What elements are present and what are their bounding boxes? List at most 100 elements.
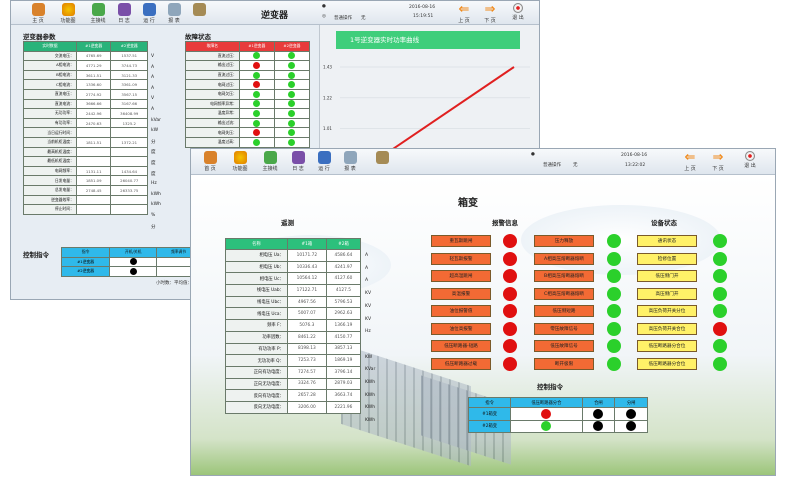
status-indicator — [288, 61, 296, 69]
inverter-toolbar: 主 页 功能图 主接线 日 志 运 行 报 表 逆变器 ● ◎ 普通操作 无 2… — [11, 1, 539, 25]
table-row: 线电压 Uab： 17122.71 4127.5 — [225, 284, 362, 297]
alarm-label: 超高温跳闸 — [431, 270, 491, 282]
function-diagram-button[interactable]: 功能图 — [55, 3, 81, 24]
operation-button[interactable]: 运 行 — [136, 3, 162, 24]
close-command-button[interactable] — [581, 407, 616, 421]
home-button[interactable]: 首 页 — [197, 151, 223, 172]
log-button[interactable]: 日 志 — [285, 151, 311, 172]
alarm-label: 断开极限 — [534, 357, 594, 370]
table-row: #2逆变器0 — [60, 266, 201, 277]
fault-label: 直流过压： — [185, 50, 240, 62]
telemetry-title: 遥测 — [281, 219, 294, 227]
settings-button[interactable] — [369, 151, 395, 165]
exit-button[interactable]: 退 出 — [737, 151, 763, 169]
unit-label: A — [365, 278, 369, 284]
inverter2-fault-cell — [273, 98, 311, 110]
inverter-control-table: 指令 开机/关机 频率调节 #1逆变器0#2逆变器0 — [60, 247, 201, 277]
unit-label: KWh — [365, 405, 376, 411]
on-off-toggle[interactable] — [109, 256, 158, 268]
alarm-label: 高温报警 — [431, 287, 491, 300]
main-wiring-button[interactable]: 主接线 — [85, 3, 111, 24]
settings-button[interactable] — [186, 3, 212, 17]
unit-label: V — [151, 96, 155, 102]
unit-label: KV — [365, 316, 372, 322]
measure-label: 反向有功电度： — [225, 389, 288, 402]
transformer-toolbar: 首 页 功能图 主接线 日 志 运 行 报 表 ● 普通操作 无 2016-08… — [191, 149, 775, 175]
status-indicator — [607, 321, 621, 336]
prev-page-button[interactable]: ⇐ 上 页 — [677, 151, 703, 172]
measure-label: 无功功率 Q： — [225, 354, 288, 367]
box1-value: 3206.00 — [286, 400, 327, 414]
alarm-label: 低压断路器-短路 — [431, 340, 491, 352]
inverter2-value — [110, 156, 148, 167]
unit-label: V — [151, 54, 155, 59]
measure-label: 线电压 Uca： — [225, 307, 288, 321]
inverter1-fault-cell — [238, 108, 275, 119]
table-row: 正向无功电度： 3324.76 2879.03 — [225, 377, 362, 391]
status-indicator — [253, 100, 261, 108]
table-row: B相电流： 3611.51 3121.33 — [23, 69, 148, 81]
home-button[interactable]: 主 页 — [25, 3, 51, 24]
report-button[interactable]: 报 表 — [161, 3, 187, 24]
arrow-left-icon: ⇐ — [458, 2, 470, 17]
param-label: 电网频率： — [23, 165, 77, 177]
status-label: 通讯状态 — [637, 235, 697, 247]
breaker-indicator — [541, 421, 552, 432]
next-page-button[interactable]: ⇒ 下 页 — [705, 151, 731, 172]
on-off-toggle[interactable] — [109, 266, 158, 277]
breaker-status-cell — [510, 419, 583, 433]
box1-value: 10171.72 — [286, 249, 327, 262]
status-indicator — [253, 61, 261, 69]
status-indicator — [253, 81, 261, 89]
status-indicator — [503, 321, 517, 336]
unit-label: kWh — [151, 191, 161, 197]
status-indicator — [503, 286, 517, 301]
control-label: #1逆变器 — [60, 256, 111, 268]
status-indicator — [503, 251, 517, 266]
next-page-button[interactable]: ⇒ 下 页 — [477, 3, 503, 24]
main-wiring-button[interactable]: 主接线 — [257, 151, 283, 172]
table-row: 停止时间： — [23, 204, 148, 215]
measure-label: 频率 F： — [225, 319, 288, 332]
operation-button[interactable]: 运 行 — [311, 151, 337, 172]
box2-value: 3857.13 — [325, 342, 362, 356]
clock-icon: ◎ — [322, 14, 326, 19]
inverter2-fault-cell — [273, 117, 311, 129]
alarm-label: 重瓦斯跳闸 — [431, 235, 491, 247]
inverter1-value — [75, 156, 112, 167]
log-button[interactable]: 日 志 — [111, 3, 137, 24]
table-row: 电网频率： 1131.11 1434.64 — [23, 165, 148, 177]
open-command-button[interactable] — [614, 419, 648, 433]
main-wiring-icon — [91, 3, 105, 16]
inverter1-value: 3611.51 — [75, 69, 112, 81]
inverter2-value — [110, 127, 148, 138]
inverter1-value: 1811.51 — [75, 136, 112, 148]
inverter2-value — [110, 146, 148, 158]
param-label: B相电流： — [23, 69, 77, 81]
close-command-button[interactable] — [581, 419, 616, 433]
table-row: 直流电压： 2774.92 3567.15 — [23, 88, 148, 100]
unit-label: kVar — [151, 117, 161, 123]
col-header: #1逆变器 — [238, 41, 275, 52]
report-button[interactable]: 报 表 — [337, 151, 363, 172]
table-row: 交流电压： 4765.69 1537.51 — [23, 50, 148, 62]
exit-button[interactable]: 退 出 — [505, 3, 531, 21]
inverter1-value: 2442.96 — [75, 108, 112, 119]
status-indicator — [503, 304, 517, 318]
box2-value: 3796.14 — [325, 365, 362, 379]
prev-page-button[interactable]: ⇐ 上 页 — [451, 3, 477, 24]
unit-label: Hz — [365, 329, 371, 335]
status-indicator — [503, 356, 517, 371]
breaker-indicator — [541, 408, 552, 419]
box1-value: 3324.76 — [286, 377, 327, 391]
user-label: 普通操作 — [543, 163, 561, 168]
function-diagram-button[interactable]: 功能图 — [227, 151, 253, 172]
param-label: 最高机柜温度： — [23, 146, 77, 158]
inverter2-value: 1434.64 — [110, 165, 148, 177]
box2-value: 4241.97 — [325, 260, 362, 274]
inverter1-value: 2470.63 — [75, 117, 112, 129]
open-command-button[interactable] — [614, 407, 648, 421]
status-indicator — [288, 81, 296, 89]
col-header: 分闸 — [614, 397, 648, 408]
inverter1-fault-cell — [238, 117, 275, 129]
